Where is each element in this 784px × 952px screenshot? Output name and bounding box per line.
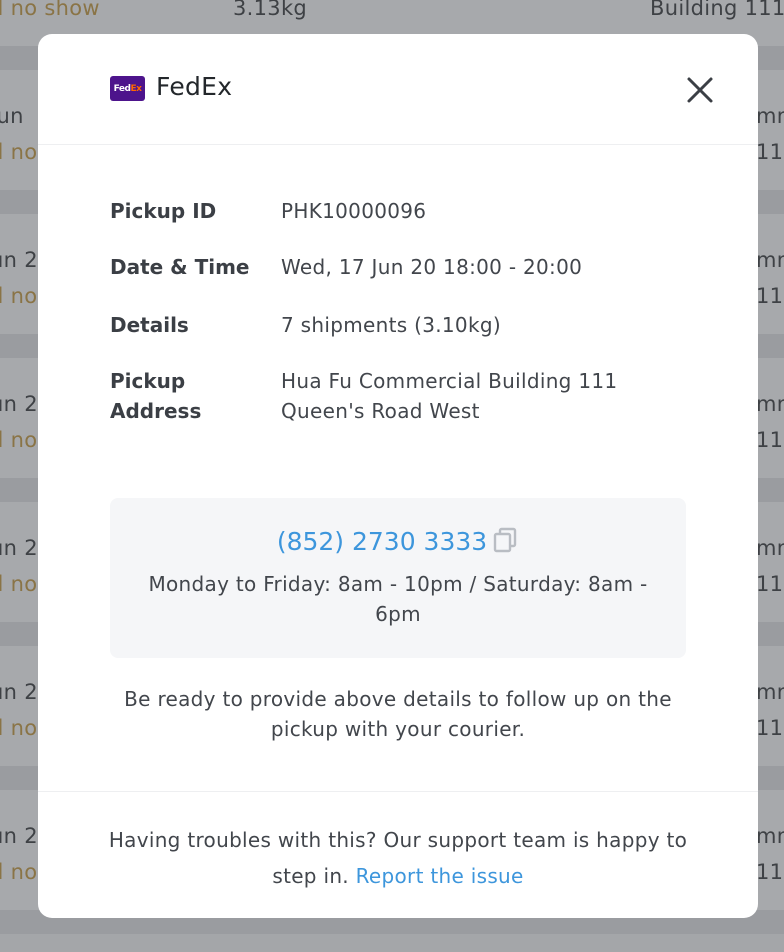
list-item-address: mm (756, 680, 784, 704)
fedex-logo-ex: Ex (130, 83, 142, 94)
courier-contact-box: (852) 2730 3333 Monday to Friday: 8am - … (110, 498, 686, 658)
list-item-status: d no (0, 284, 38, 308)
list-item-address: mm (756, 104, 784, 128)
copy-icon[interactable] (491, 526, 519, 561)
details-value: 7 shipments (3.10kg) (281, 313, 501, 337)
list-item-date: un 2 (0, 392, 38, 416)
list-item-status: d no (0, 572, 38, 596)
pickup-id-label: Pickup ID (110, 199, 217, 223)
list-item-weight: 3.13kg (233, 0, 308, 20)
modal-footer: Having troubles with this? Our support t… (38, 791, 758, 918)
list-item-date: un 2 (0, 536, 38, 560)
modal-header: Fed Ex FedEx (38, 34, 758, 145)
list-item-date: un 2 (0, 248, 38, 272)
list-item-address-2: 11 Q (756, 716, 784, 740)
list-item-address-2: 11 Q (756, 860, 784, 884)
list-item-address: mm (756, 536, 784, 560)
list-item-status: d no (0, 428, 38, 452)
carrier-name: FedEx (156, 72, 233, 101)
report-issue-link[interactable]: Report the issue (356, 864, 524, 888)
support-text: Having troubles with this? Our support t… (98, 822, 698, 894)
pickup-id-value: PHK10000096 (281, 199, 427, 223)
pickup-address-value: Hua Fu Commercial Building 111 Queen's R… (281, 369, 618, 423)
list-item-date: un 2 (0, 824, 38, 848)
list-item-address: mm (756, 248, 784, 272)
datetime-value: Wed, 17 Jun 20 18:00 - 20:00 (281, 255, 583, 279)
pickup-details-modal: Fed Ex FedEx Pickup ID PHK10000096 Date &… (38, 34, 758, 918)
page: d no show 3.13kg Building 111 Q Jun d no… (0, 0, 784, 952)
list-item-date: un 2 (0, 680, 38, 704)
list-item-address: Building 111 Q (650, 0, 784, 20)
list-item-address-2: 11 Q (756, 428, 784, 452)
list-item-address-2: 11 Q (756, 140, 784, 164)
datetime-label: Date & Time (110, 255, 250, 279)
close-icon[interactable] (682, 72, 718, 108)
details-label: Details (110, 313, 189, 337)
list-item-address-2: 11 Q (756, 572, 784, 596)
courier-hours: Monday to Friday: 8am - 10pm / Saturday:… (148, 572, 648, 626)
list-item-address: mm (756, 392, 784, 416)
list-item-status: d no (0, 860, 38, 884)
phone-line: (852) 2730 3333 (110, 526, 686, 561)
fedex-logo: Fed Ex (110, 76, 145, 101)
list-item-address: mm (756, 824, 784, 848)
fedex-logo-fed: Fed (113, 83, 131, 94)
list-item-status: d no (0, 140, 38, 164)
list-item-date: Jun (0, 104, 24, 128)
list-item-status: d no show (0, 0, 100, 20)
ready-note: Be ready to provide above details to fol… (124, 687, 672, 741)
courier-phone-link[interactable]: (852) 2730 3333 (277, 527, 487, 556)
list-item-address-2: 11 Q (756, 284, 784, 308)
list-item-status: d no (0, 716, 38, 740)
pickup-address-label: Pickup Address (110, 369, 202, 423)
